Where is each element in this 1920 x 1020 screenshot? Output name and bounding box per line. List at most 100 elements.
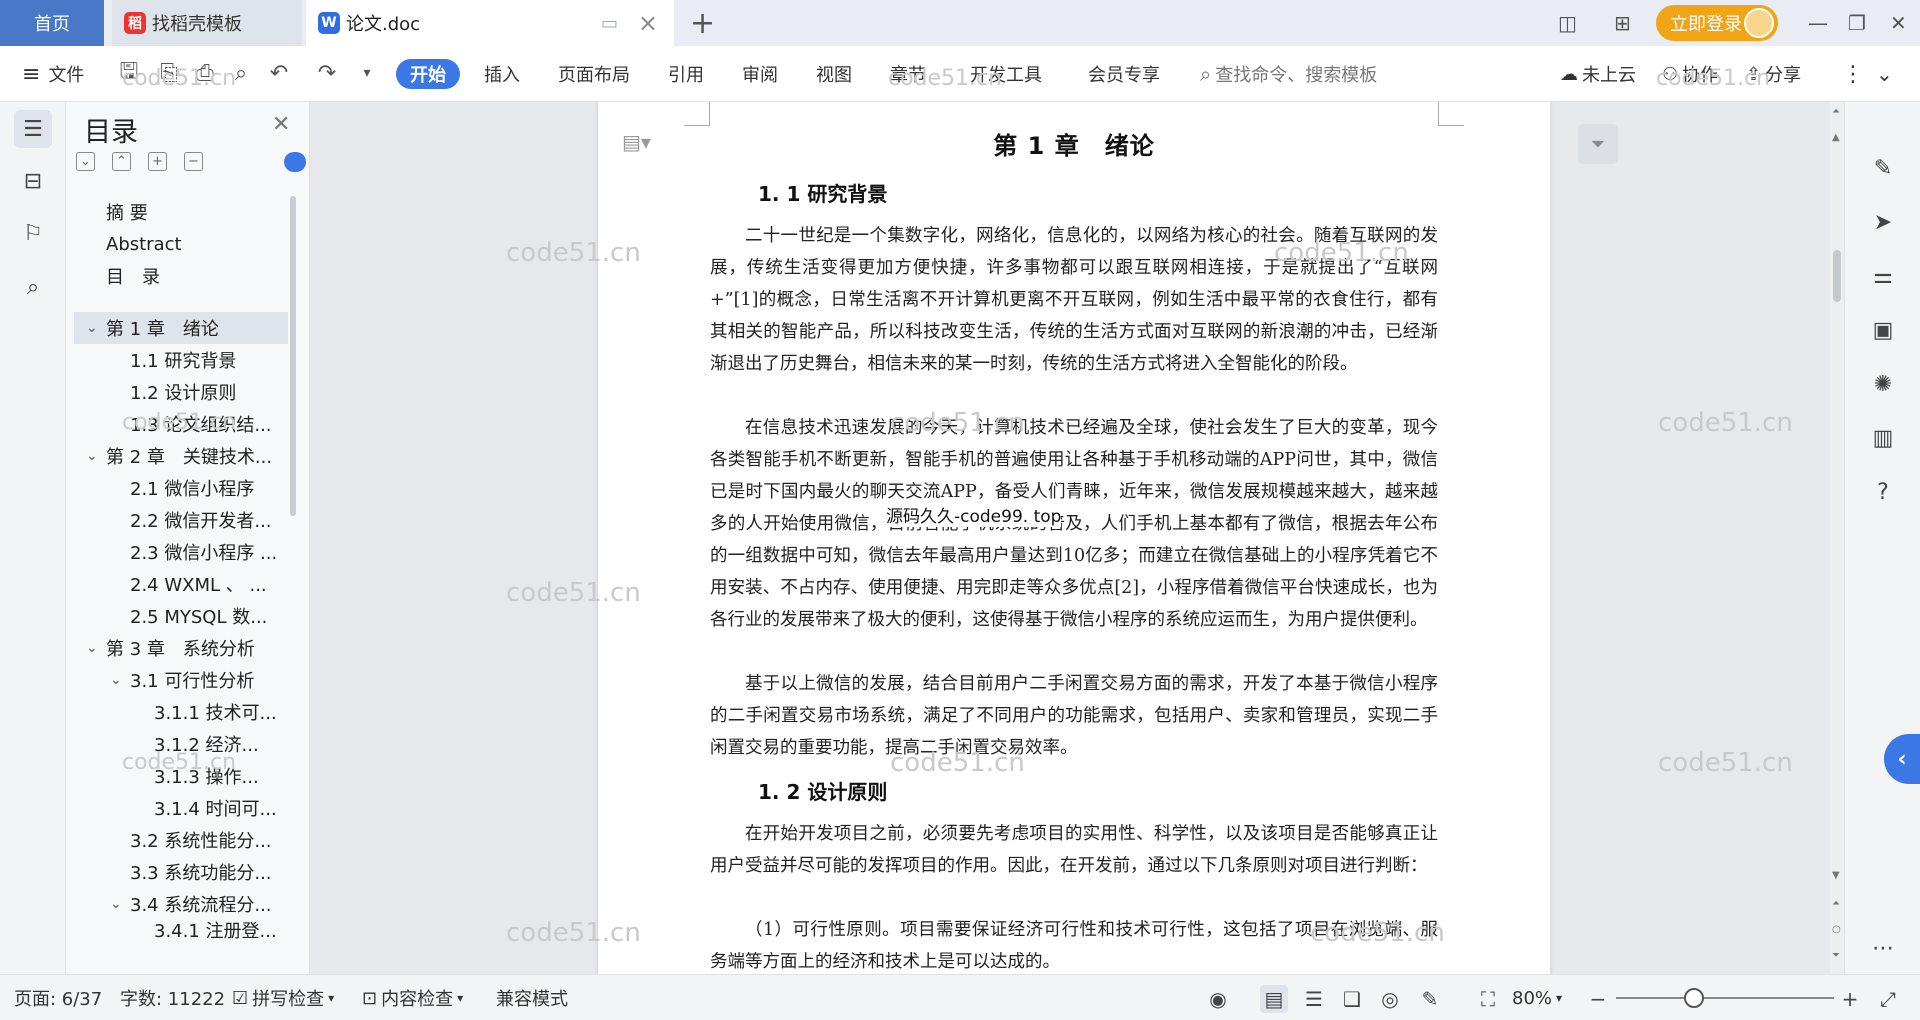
toc-item-chapter-2[interactable]: ⌄ 第 2 章 关键技术...	[74, 440, 272, 472]
image-tools-icon[interactable]: ▣	[1867, 314, 1899, 346]
toc-item[interactable]: 目 录	[106, 260, 160, 292]
prev-page-icon[interactable]: ⏶	[1832, 898, 1840, 909]
tab-wps-template[interactable]: 稻 找稻壳模板	[112, 0, 302, 46]
remove-icon[interactable]: −	[184, 152, 203, 171]
collab-button[interactable]: ⚇ 协作	[1662, 46, 1718, 102]
spell-check-button[interactable]: ☑ 拼写检查 ▾	[232, 975, 334, 1020]
zoom-level[interactable]: 80% ▾	[1512, 975, 1562, 1020]
toc-item[interactable]: 2.5 MYSQL 数...	[130, 600, 267, 632]
help-icon[interactable]: ?	[1867, 476, 1899, 508]
toc-item[interactable]: 3.4.1 注册登...	[154, 920, 277, 940]
word-count[interactable]: 字数: 11222	[120, 975, 225, 1020]
save-icon[interactable]: 🖫	[116, 59, 142, 86]
new-tab-button[interactable]: +	[690, 6, 715, 41]
pen-icon[interactable]: ✎	[1867, 152, 1899, 184]
toc-item[interactable]: Abstract	[106, 228, 182, 260]
filter-icon[interactable]: ⏷	[1578, 124, 1618, 164]
quick-access-dropdown-icon[interactable]: ▾	[354, 60, 380, 86]
toc-item[interactable]: 2.1 微信小程序	[130, 472, 254, 504]
tab-developer[interactable]: 开发工具	[970, 46, 1042, 102]
tab-view[interactable]: 视图	[816, 46, 852, 102]
cloud-status[interactable]: ☁ 未上云	[1560, 46, 1636, 102]
tab-home[interactable]: 首页	[0, 0, 104, 46]
share-button[interactable]: ⇪ 分享	[1746, 46, 1801, 102]
zoom-slider-thumb[interactable]	[1684, 988, 1704, 1008]
grid-apps-icon[interactable]: ⊞	[1614, 0, 1631, 46]
undo-icon[interactable]: ↶	[266, 60, 292, 86]
web-view-icon[interactable]: ◎	[1376, 985, 1404, 1013]
toc-item[interactable]: 1.1 研究背景	[130, 344, 236, 376]
scroll-top-icon[interactable]: ⏶	[1832, 106, 1840, 117]
login-button[interactable]: 立即登录	[1656, 5, 1778, 41]
zoom-out-icon[interactable]: −	[1584, 985, 1612, 1013]
toc-item[interactable]: 2.3 微信小程序 ...	[130, 536, 277, 568]
layout-icon[interactable]: ◫	[1558, 0, 1577, 46]
close-window-icon[interactable]: ✕	[1890, 0, 1907, 46]
toc-item[interactable]: 3.3 系统功能分...	[130, 856, 272, 888]
print-icon[interactable]: ⎙	[192, 60, 218, 86]
toc-item[interactable]: 1.2 设计原则	[130, 376, 236, 408]
toc-item-chapter-1[interactable]: ⌄ 第 1 章 绪论	[74, 312, 288, 344]
write-view-icon[interactable]: ✎	[1416, 985, 1444, 1013]
tab-insert[interactable]: 插入	[484, 46, 520, 102]
more-icon[interactable]: ⋮	[1842, 46, 1864, 102]
toc-item[interactable]: 2.4 WXML 、 ...	[130, 568, 267, 600]
content-check-button[interactable]: ⊡ 内容检查 ▾	[362, 975, 463, 1020]
toc-item[interactable]: 3.1.2 经济...	[154, 728, 259, 760]
ai-icon[interactable]: ✺	[1867, 368, 1899, 400]
more-options-icon[interactable]: ⋯	[1867, 932, 1899, 964]
scroll-up-icon[interactable]: ▲	[1832, 132, 1840, 143]
tab-start[interactable]: 开始	[396, 59, 460, 89]
toc-item[interactable]: 摘 要	[106, 196, 148, 228]
outline-view-icon[interactable]: ☰	[1300, 985, 1328, 1013]
book-search-icon[interactable]: ▥	[1867, 422, 1899, 454]
command-search[interactable]: ⌕ 查找命令、搜索模板	[1200, 46, 1377, 102]
toc-item[interactable]: 3.1.3 操作...	[154, 760, 259, 792]
scrollbar-thumb[interactable]	[1833, 250, 1841, 302]
tab-member[interactable]: 会员专享	[1088, 46, 1160, 102]
float-window-icon[interactable]: ▭	[601, 13, 618, 34]
outline-icon[interactable]: ⊟	[14, 162, 52, 200]
tab-document[interactable]: W 论文.doc ▭ ×	[306, 0, 674, 46]
fullscreen-icon[interactable]: ⤢	[1874, 985, 1902, 1013]
expand-icon[interactable]: ⌄	[76, 152, 95, 171]
page-view-icon[interactable]: ▤	[1260, 985, 1288, 1013]
zoom-in-icon[interactable]: +	[1836, 985, 1864, 1013]
tab-references[interactable]: 引用	[668, 46, 704, 102]
document-page[interactable]: ▤▾ 第 1 章 绪论 1. 1 研究背景 二十一世纪是一个集数字化，网络化，信…	[598, 102, 1550, 974]
tab-page-layout[interactable]: 页面布局	[558, 46, 630, 102]
file-menu[interactable]: ≡ 文件	[22, 46, 84, 102]
scroll-down-icon[interactable]: ▼	[1832, 870, 1840, 881]
toc-item[interactable]: 3.1.1 技术可...	[154, 696, 277, 728]
close-tab-icon[interactable]: ×	[638, 9, 658, 37]
fit-page-icon[interactable]: ⛶	[1474, 985, 1502, 1013]
sliders-icon[interactable]: ⚌	[1867, 260, 1899, 292]
toc-item[interactable]: 3.1.4 时间可...	[154, 792, 277, 824]
collapse-ribbon-icon[interactable]: ⌄	[1876, 46, 1893, 102]
bookmark-icon[interactable]: ⚐	[14, 214, 52, 252]
close-icon[interactable]: ✕	[272, 112, 290, 137]
zoom-slider[interactable]	[1616, 997, 1834, 999]
eye-protect-icon[interactable]: ◉	[1204, 985, 1232, 1013]
toc-item-3-1[interactable]: ⌄ 3.1 可行性分析	[106, 664, 254, 696]
restore-icon[interactable]: ❐	[1848, 0, 1866, 46]
toc-scrollbar[interactable]	[290, 196, 296, 516]
page-indicator[interactable]: 页面: 6/37	[14, 975, 102, 1020]
toc-icon[interactable]: ☰	[14, 110, 52, 148]
toc-item-chapter-3[interactable]: ⌄ 第 3 章 系统分析	[74, 632, 255, 664]
search-icon[interactable]: ⌕	[14, 268, 52, 306]
toc-item-3-4[interactable]: ⌄ 3.4 系统流程分...	[106, 888, 272, 920]
redo-icon[interactable]: ↷	[314, 60, 340, 86]
toc-item[interactable]: 2.2 微信开发者...	[130, 504, 272, 536]
export-icon[interactable]: ⎘	[156, 60, 182, 86]
select-browse-icon[interactable]: ○	[1832, 924, 1841, 935]
toc-item[interactable]: 1.3 论文组织结...	[130, 408, 272, 440]
sync-icon[interactable]	[284, 152, 306, 172]
tab-chapter[interactable]: 章节	[890, 46, 926, 102]
next-page-icon[interactable]: ⏷	[1832, 950, 1840, 961]
minimize-icon[interactable]: —	[1808, 0, 1828, 46]
pointer-icon[interactable]: ➤	[1867, 206, 1899, 238]
read-view-icon[interactable]: ❏	[1338, 985, 1366, 1013]
print-preview-icon[interactable]: ⌕	[228, 60, 254, 86]
collapse-icon[interactable]: ⌃	[112, 152, 131, 171]
